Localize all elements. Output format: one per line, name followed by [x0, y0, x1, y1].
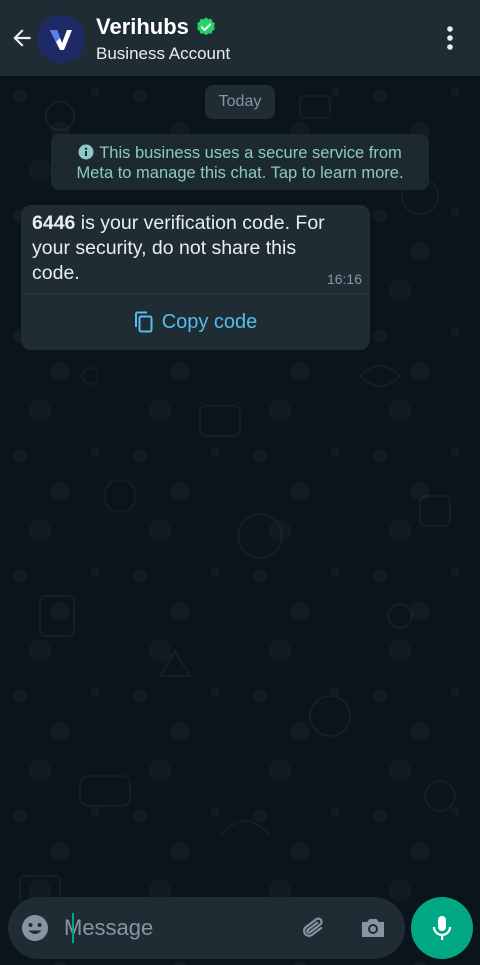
- info-icon: [78, 144, 94, 160]
- voice-message-button[interactable]: [411, 897, 473, 959]
- message-time: 16:16: [326, 271, 362, 287]
- avatar[interactable]: [37, 15, 85, 63]
- copy-code-button[interactable]: Copy code: [21, 294, 370, 350]
- contact-info[interactable]: Verihubs Business Account: [96, 12, 230, 64]
- verified-badge-icon: [195, 16, 217, 38]
- more-options-button[interactable]: [434, 22, 466, 54]
- back-arrow-icon: [13, 29, 31, 47]
- message-body: is your verification code. For your secu…: [32, 212, 325, 284]
- contact-name: Verihubs: [96, 14, 189, 39]
- encryption-notice[interactable]: This business uses a secure service from…: [51, 134, 429, 190]
- chat-header: Verihubs Business Account: [0, 0, 480, 76]
- verihubs-logo-icon: [50, 30, 72, 50]
- message-text: 6446 is your verification code. For your…: [32, 211, 342, 286]
- message-input[interactable]: [64, 909, 284, 947]
- copy-icon: [134, 311, 153, 333]
- message-composer: [8, 897, 405, 959]
- verification-code: 6446: [32, 212, 76, 234]
- emoji-button[interactable]: [20, 913, 50, 943]
- back-button[interactable]: [6, 22, 38, 54]
- mic-icon: [432, 916, 452, 940]
- camera-button[interactable]: [358, 913, 388, 943]
- date-separator: Today: [205, 85, 275, 119]
- message-bubble[interactable]: 6446 is your verification code. For your…: [21, 205, 370, 350]
- contact-title: Verihubs: [96, 12, 230, 42]
- attach-button[interactable]: [299, 913, 329, 943]
- text-cursor: [72, 913, 74, 943]
- contact-subtitle: Business Account: [96, 44, 231, 63]
- emoji-icon: [22, 915, 48, 941]
- more-vert-icon: [447, 26, 453, 50]
- copy-code-label: Copy code: [161, 310, 258, 333]
- attach-icon: [302, 917, 323, 937]
- camera-icon: [362, 919, 384, 937]
- notice-text: This business uses a secure service from…: [76, 144, 404, 182]
